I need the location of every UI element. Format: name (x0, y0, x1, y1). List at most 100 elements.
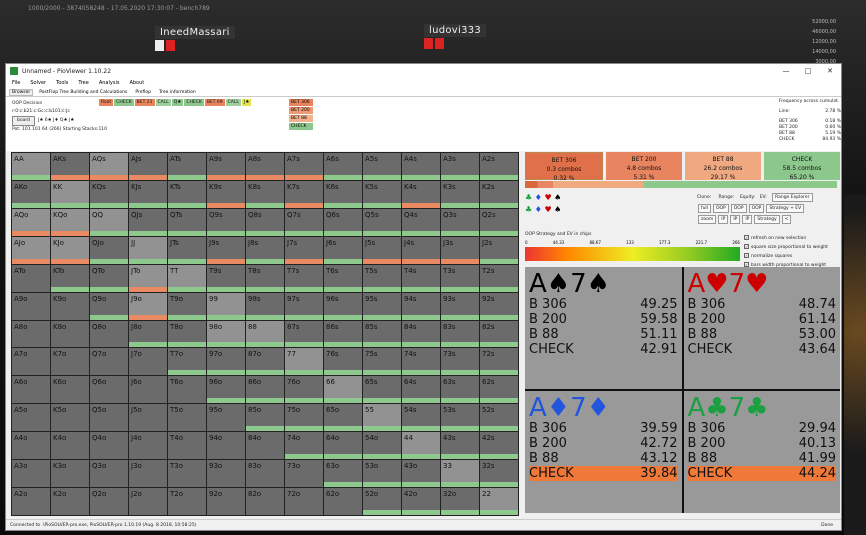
equity-ip-button[interactable]: IP (730, 215, 741, 224)
hand-cell[interactable]: 66 (324, 376, 362, 404)
hand-cell[interactable]: T6o (168, 376, 206, 404)
hand-cell[interactable]: 62o (324, 488, 362, 515)
line-call[interactable]: CALL (225, 99, 241, 106)
zoom-button[interactable]: zoom (698, 215, 717, 224)
hand-cell[interactable]: 82s (480, 320, 518, 348)
combo-box[interactable]: A♦7♦ B 306 39.59 B 200 42.72 B 88 43.12 CHECK 39… (525, 391, 682, 513)
hand-cell[interactable]: J5o (129, 404, 167, 432)
hand-cell[interactable]: 84s (402, 320, 440, 348)
hand-cell[interactable]: J2o (129, 488, 167, 515)
hand-cell[interactable]: T6s (324, 264, 362, 292)
hand-cell[interactable]: 43s (441, 432, 479, 460)
hand-cell[interactable]: A5o (12, 404, 50, 432)
hand-cell[interactable]: KQs (90, 180, 128, 208)
hand-cell[interactable]: JTo (129, 264, 167, 292)
hand-cell[interactable]: 64s (402, 376, 440, 404)
hand-cell[interactable]: K8s (246, 180, 284, 208)
hand-cell[interactable]: A2o (12, 488, 50, 515)
option-check[interactable]: CHECK (289, 123, 313, 130)
hand-cell[interactable]: 32o (441, 488, 479, 515)
summary-bet-200[interactable]: BET 200 4.8 combos 5.31 % (606, 152, 682, 181)
hand-cell[interactable]: 64o (324, 432, 362, 460)
line-check[interactable]: CHECK (114, 99, 134, 106)
hand-cell[interactable]: T9s (207, 264, 245, 292)
hand-cell[interactable]: Q5o (90, 404, 128, 432)
menu-analysis[interactable]: Analysis (99, 80, 120, 86)
hand-cell[interactable]: Q7s (285, 208, 323, 236)
hand-cell[interactable]: A9o (12, 292, 50, 320)
hand-cell[interactable]: K8o (51, 320, 89, 348)
hand-cell[interactable]: J8o (129, 320, 167, 348)
hand-cell[interactable]: 74o (285, 432, 323, 460)
hand-cell[interactable]: KJs (129, 180, 167, 208)
line-bet[interactable]: BET 69 (204, 99, 225, 106)
hand-cell[interactable]: 32s (480, 460, 518, 488)
hand-cell[interactable]: Q3o (90, 460, 128, 488)
hand-cell[interactable]: 93s (441, 292, 479, 320)
hand-cell[interactable]: 77 (285, 348, 323, 376)
strategy-ev-button[interactable]: Strategy + EV (766, 204, 805, 213)
hand-cell[interactable]: J4s (402, 236, 440, 264)
hand-cell[interactable]: ATs (168, 153, 206, 180)
hand-cell[interactable]: 85o (246, 404, 284, 432)
hand-cell[interactable]: J7s (285, 236, 323, 264)
hand-cell[interactable]: AJo (12, 236, 50, 264)
hand-cell[interactable]: Q9o (90, 292, 128, 320)
option-bet-306[interactable]: BET 306 (289, 99, 313, 106)
menu-file[interactable]: File (12, 80, 20, 86)
hand-cell[interactable]: 22 (480, 488, 518, 515)
hand-cell[interactable]: Q2s (480, 208, 518, 236)
diamond-icon[interactable]: ♦ (535, 193, 542, 202)
board-button[interactable]: board (12, 116, 35, 126)
hand-cell[interactable]: 44 (402, 432, 440, 460)
hand-cell[interactable]: JTs (168, 236, 206, 264)
hand-cell[interactable]: K7s (285, 180, 323, 208)
hand-cell[interactable]: J2s (480, 236, 518, 264)
line-root[interactable]: Root (99, 99, 114, 106)
hand-cell[interactable]: 74s (402, 348, 440, 376)
hand-cell[interactable]: 54s (402, 404, 440, 432)
line-card[interactable]: J♠ (241, 99, 252, 106)
tab-tree-info[interactable]: Tree information (157, 90, 198, 95)
hand-cell[interactable]: K5o (51, 404, 89, 432)
hand-cell[interactable]: KK (51, 180, 89, 208)
hand-cell[interactable]: 43o (402, 460, 440, 488)
menu-solver[interactable]: Solver (30, 80, 46, 86)
hand-cell[interactable]: Q5s (363, 208, 401, 236)
hand-cell[interactable]: 75s (363, 348, 401, 376)
hand-cell[interactable]: A7o (12, 348, 50, 376)
range-explorer-button[interactable]: Range Explorer (772, 193, 813, 202)
combo-box[interactable]: A♠7♠ B 306 49.25 B 200 59.58 B 88 51.11 CHECK 42… (525, 267, 682, 389)
hand-cell[interactable]: 96o (207, 376, 245, 404)
hand-cell[interactable]: K9s (207, 180, 245, 208)
option-row[interactable]: ✓ refresh on new selection (744, 234, 828, 243)
equity-oop-button[interactable]: OOP (730, 204, 747, 213)
hand-cell[interactable]: KQo (51, 208, 89, 236)
hand-cell[interactable]: 76o (285, 376, 323, 404)
hand-cell[interactable]: KTo (51, 264, 89, 292)
option-bet-88[interactable]: BET 88 (289, 115, 313, 122)
hand-cell[interactable]: QJs (129, 208, 167, 236)
checkbox-checked-icon[interactable]: ✓ (744, 244, 749, 249)
hand-cell[interactable]: 42s (480, 432, 518, 460)
hand-cell[interactable]: 53o (363, 460, 401, 488)
hand-cell[interactable]: A2s (480, 153, 518, 180)
hand-cell[interactable]: 65o (324, 404, 362, 432)
hand-cell[interactable]: 95s (363, 292, 401, 320)
hand-cell[interactable]: 75o (285, 404, 323, 432)
strategy-button[interactable]: Strategy (754, 215, 780, 224)
option-row[interactable]: ✓ square size proportional to weight (744, 243, 828, 252)
combo-box[interactable]: A♥7♥ B 306 48.74 B 200 61.14 B 88 53.00 CHECK 43… (683, 267, 840, 389)
hand-cell[interactable]: 99 (207, 292, 245, 320)
hand-cell[interactable]: 63o (324, 460, 362, 488)
hand-cell[interactable]: K4o (51, 432, 89, 460)
hand-cell[interactable]: A6o (12, 376, 50, 404)
hand-cell[interactable]: T3o (168, 460, 206, 488)
ev-oop-button[interactable]: OOP (748, 204, 765, 213)
menu-about[interactable]: About (129, 80, 144, 86)
hand-cell[interactable]: K4s (402, 180, 440, 208)
hand-cell[interactable]: J9s (207, 236, 245, 264)
hand-cell[interactable]: ATo (12, 264, 50, 292)
hand-cell[interactable]: Q3s (441, 208, 479, 236)
hand-cell[interactable]: T8o (168, 320, 206, 348)
